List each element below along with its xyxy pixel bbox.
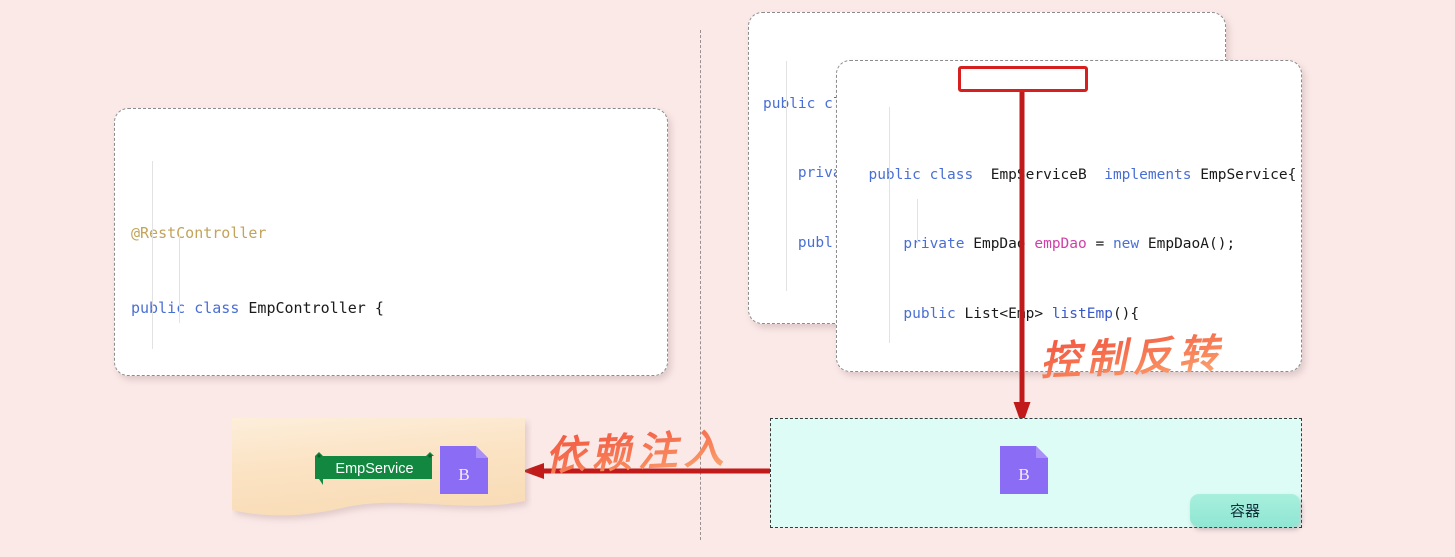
indent-guide [889, 107, 890, 343]
container-document-b-icon: B [1000, 446, 1048, 494]
container-badge-label: 容器 [1229, 502, 1260, 520]
code-panel-service-b: public class EmpServiceB implements EmpS… [836, 60, 1302, 372]
indent-guide [917, 199, 918, 243]
empservice-tag-label: EmpService [335, 461, 414, 477]
indent-guide [786, 61, 787, 291]
indent-guide [179, 235, 180, 323]
document-b-letter: B [458, 465, 470, 484]
indent-guide [152, 161, 153, 349]
annotation-dependency-injection: 依赖注入 [544, 416, 730, 482]
class-name-empserviceb: EmpServiceB [990, 166, 1087, 183]
container-badge: 容器 [1190, 494, 1300, 527]
code-panel-controller: @RestController public class EmpControll… [114, 108, 668, 376]
empservice-tag: EmpService [313, 452, 436, 486]
annotation-inversion-of-control: 控制反转 [1039, 321, 1225, 387]
ioc-arrow [1011, 92, 1033, 428]
container-document-b-letter: B [1018, 465, 1030, 484]
highlight-box-empserviceb [958, 66, 1088, 92]
diagram-canvas: @RestController public class EmpControll… [0, 0, 1455, 557]
document-b-icon: B [440, 446, 488, 494]
